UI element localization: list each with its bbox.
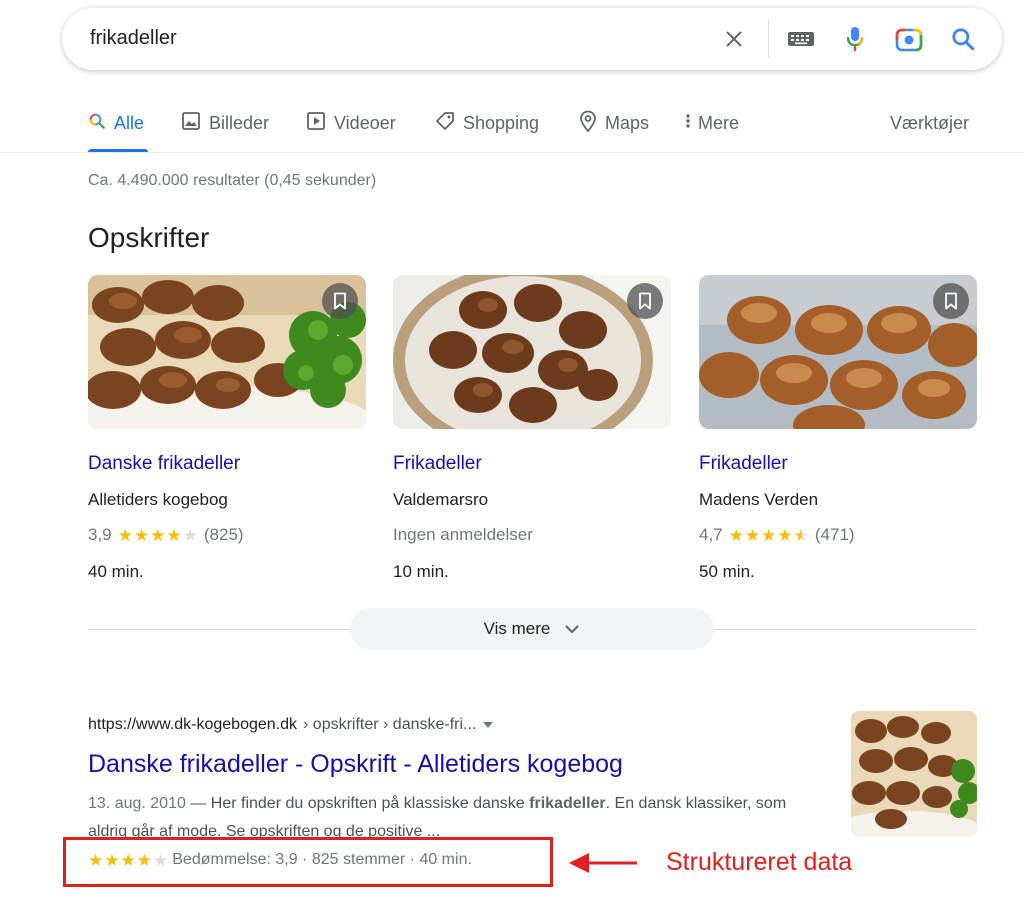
- star-icon: ★: [761, 525, 777, 545]
- recipe-source: Madens Verden: [699, 490, 819, 509]
- tab-maps[interactable]: Maps: [579, 110, 649, 136]
- star-rating: ★ ★ ★ ★ ★: [729, 527, 809, 544]
- recipe-title-link[interactable]: Frikadeller: [393, 453, 482, 475]
- annotation-label: Struktureret data: [666, 848, 853, 876]
- recipe-rating: 3,9 ★ ★ ★ ★ ★ (825): [88, 525, 244, 545]
- recipe-title-link[interactable]: Danske frikadeller: [88, 453, 240, 475]
- bookmark-icon[interactable]: [627, 283, 663, 319]
- result-thumbnail[interactable]: [851, 711, 977, 837]
- show-more-label: Vis mere: [483, 619, 551, 638]
- recipes-section-title: Opskrifter: [88, 222, 210, 253]
- snippet-highlight: frikadeller: [529, 795, 606, 812]
- recipe-title-link[interactable]: Frikadeller: [699, 453, 788, 475]
- star-icon: ★: [117, 525, 133, 545]
- tab-label: Shopping: [463, 112, 540, 133]
- search-icon[interactable]: [946, 22, 980, 56]
- star-icon: ★: [793, 525, 809, 545]
- dropdown-arrow-icon[interactable]: [482, 716, 494, 734]
- tab-label: Billeder: [209, 112, 270, 133]
- snippet-text: — Her finder du opskriften på klassiske …: [185, 795, 530, 812]
- star-icon: ★: [133, 525, 150, 545]
- recipe-card[interactable]: Danske frikadeller Alletiders kogebog 3,…: [88, 275, 366, 581]
- recipe-time: 40 min.: [88, 562, 144, 581]
- video-icon: [306, 111, 326, 136]
- microphone-icon[interactable]: [838, 22, 872, 56]
- star-icon: ★: [744, 525, 761, 545]
- star-icon: ★: [182, 525, 198, 545]
- recipe-no-reviews: Ingen anmeldelser: [393, 525, 533, 544]
- recipe-time: 50 min.: [699, 562, 755, 581]
- rating-value: 3,9: [88, 525, 112, 544]
- star-icon: ★: [166, 525, 182, 545]
- recipe-card[interactable]: Frikadeller Madens Verden 4,7 ★ ★ ★ ★ ★ (471…: [699, 275, 977, 581]
- recipe-image[interactable]: [393, 275, 671, 429]
- recipe-image[interactable]: [88, 275, 366, 429]
- result-path: › opskrifter › danske-fri...: [303, 716, 477, 733]
- rating-value: 4,7: [699, 525, 723, 544]
- rating-count: (825): [203, 525, 244, 544]
- more-vert-icon: [684, 111, 692, 136]
- result-stats: Ca. 4.490.000 resultater (0,45 sekunder): [88, 172, 377, 189]
- star-rating: ★ ★ ★ ★ ★: [118, 527, 198, 544]
- recipe-time: 10 min.: [393, 562, 449, 581]
- recipe-card[interactable]: Frikadeller Valdemarsro Ingen anmeldelse…: [393, 275, 671, 581]
- recipe-source: Alletiders kogebog: [88, 490, 228, 509]
- close-icon[interactable]: [717, 22, 751, 56]
- search-bar-divider: [768, 20, 769, 58]
- search-input[interactable]: frikadeller: [90, 27, 177, 50]
- star-icon: ★: [777, 525, 793, 545]
- camera-lens-icon[interactable]: [892, 22, 926, 56]
- search-bar[interactable]: frikadeller: [62, 8, 1002, 70]
- rating-count: (471): [814, 525, 855, 544]
- result-title-link[interactable]: Danske frikadeller - Opskrift - Alletide…: [88, 750, 623, 779]
- chevron-down-icon: [564, 619, 580, 639]
- recipe-rating: 4,7 ★ ★ ★ ★ ★ (471): [699, 525, 855, 545]
- map-pin-icon: [579, 110, 597, 137]
- result-date: 13. aug. 2010: [88, 795, 186, 812]
- show-more-button[interactable]: Vis mere: [350, 608, 714, 650]
- bookmark-icon[interactable]: [322, 283, 358, 319]
- bookmark-icon[interactable]: [933, 283, 969, 319]
- tab-label: Mere: [698, 112, 740, 133]
- star-icon: ★: [150, 525, 166, 545]
- tab-alle[interactable]: Alle: [88, 110, 144, 136]
- result-domain: https://www.dk-kogebogen.dk: [88, 716, 298, 733]
- search-icon: [88, 112, 106, 135]
- annotation-highlight-box: [63, 837, 553, 887]
- tab-billeder[interactable]: Billeder: [181, 110, 269, 136]
- keyboard-icon[interactable]: [784, 22, 818, 56]
- tab-label: Videoer: [334, 112, 396, 133]
- tools-button[interactable]: Værktøjer: [890, 110, 969, 136]
- tab-label: Maps: [605, 112, 650, 133]
- recipe-source: Valdemarsro: [393, 490, 489, 509]
- tab-mere[interactable]: Mere: [684, 110, 739, 136]
- tab-shopping[interactable]: Shopping: [435, 110, 539, 136]
- tab-label: Alle: [114, 112, 145, 133]
- arrow-left-icon: [567, 848, 639, 883]
- tag-icon: [435, 111, 455, 136]
- tools-label: Værktøjer: [890, 112, 970, 133]
- star-icon: ★: [728, 525, 744, 545]
- image-icon: [181, 111, 201, 136]
- tab-videoer[interactable]: Videoer: [306, 110, 396, 136]
- result-url[interactable]: https://www.dk-kogebogen.dk › opskrifter…: [88, 716, 494, 734]
- recipe-image[interactable]: [699, 275, 977, 429]
- tabs-divider: [0, 152, 1024, 153]
